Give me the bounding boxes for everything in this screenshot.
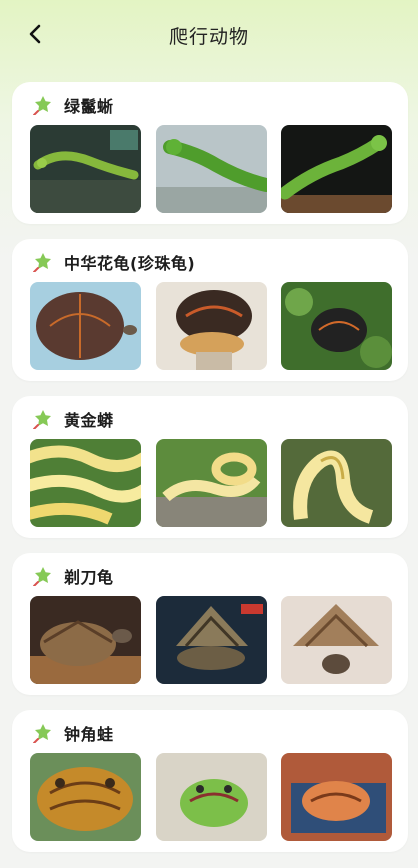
pin-icon — [32, 409, 52, 429]
category-card-green-iguana[interactable]: 绿鬣蜥 — [12, 82, 408, 224]
green-iguana-photo-3[interactable] — [281, 125, 392, 213]
photo-row — [30, 282, 392, 370]
card-header: 黄金蟒 — [32, 407, 114, 431]
category-title: 黄金蟒 — [64, 411, 114, 430]
pin-icon — [32, 252, 52, 272]
chinese-stripe-turtle-photo-2[interactable] — [155, 282, 267, 370]
pin-icon — [32, 723, 52, 743]
category-title: 钟角蛙 — [64, 725, 114, 744]
card-header: 中华花龟(珍珠龟) — [32, 250, 195, 274]
chinese-stripe-turtle-photo-3[interactable] — [281, 282, 392, 370]
golden-python-photo-2[interactable] — [155, 439, 267, 527]
photo-row — [30, 125, 392, 213]
razorback-musk-turtle-photo-1[interactable] — [30, 596, 141, 684]
photo-row — [30, 596, 392, 684]
category-card-razorback-turtle[interactable]: 剃刀龟 — [12, 553, 408, 695]
top-bar: 爬行动物 — [0, 0, 418, 70]
category-title: 中华花龟(珍珠龟) — [64, 254, 196, 273]
golden-python-photo-3[interactable] — [281, 439, 392, 527]
green-iguana-photo-1[interactable] — [30, 125, 141, 213]
page-title: 爬行动物 — [168, 25, 249, 48]
pin-icon — [32, 566, 52, 586]
chinese-stripe-turtle-photo-1[interactable] — [30, 282, 141, 370]
green-iguana-photo-2[interactable] — [155, 125, 267, 213]
category-card-horned-frog[interactable]: 钟角蛙 — [12, 710, 408, 852]
pin-icon — [32, 95, 52, 115]
horned-frog-photo-1[interactable] — [30, 753, 141, 841]
card-header: 剃刀龟 — [32, 564, 114, 588]
photo-row — [30, 439, 392, 527]
horned-frog-photo-2[interactable] — [155, 753, 267, 841]
horned-frog-photo-3[interactable] — [281, 753, 392, 841]
card-header: 钟角蛙 — [32, 721, 114, 745]
category-title: 剃刀龟 — [64, 568, 114, 587]
category-title: 绿鬣蜥 — [64, 97, 114, 116]
category-card-golden-python[interactable]: 黄金蟒 — [12, 396, 408, 538]
category-list: 绿鬣蜥 中华花龟(珍珠龟) 黄金蟒 剃刀龟 钟角蛙 — [12, 82, 408, 867]
photo-row — [30, 753, 392, 841]
razorback-musk-turtle-photo-2[interactable] — [155, 596, 267, 684]
category-card-chinese-turtle[interactable]: 中华花龟(珍珠龟) — [12, 239, 408, 381]
golden-python-photo-1[interactable] — [30, 439, 141, 527]
razorback-musk-turtle-photo-3[interactable] — [281, 596, 392, 684]
card-header: 绿鬣蜥 — [32, 93, 114, 117]
